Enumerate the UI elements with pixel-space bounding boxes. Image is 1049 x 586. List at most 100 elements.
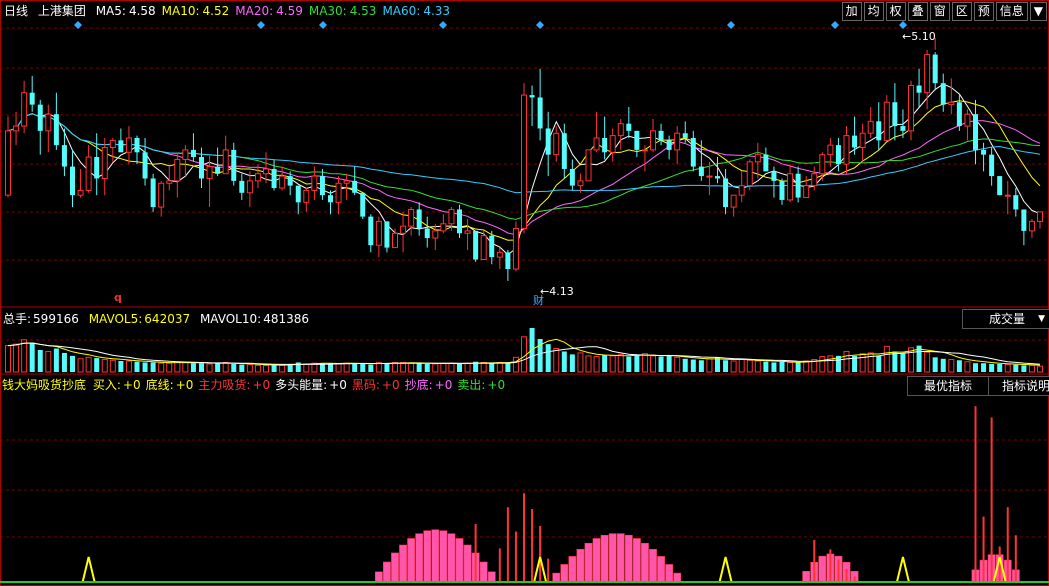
indicator-hump-bar [624,534,633,583]
candle-body [593,137,600,151]
candle-body [1013,195,1019,210]
high-price-label: 5.10 [911,30,936,43]
candle-body [448,208,455,225]
mavol10-value: 481386 [263,312,309,326]
volume-bar [867,352,874,373]
volume-bar [900,353,906,372]
q-marker[interactable]: q [114,291,122,304]
volume-bar [343,362,350,373]
candle-body [787,173,794,201]
candle-body [384,221,390,248]
candle-body [1037,211,1043,222]
indicator-item-label: 卖出: [457,378,486,392]
info-diamond-icon [831,21,839,29]
volume-total-label: 总手: [3,312,32,326]
volume-bar [763,361,769,372]
volume-bar [489,363,495,372]
indicator-spike [506,507,509,582]
volume-bar [981,363,987,372]
candle-body [199,157,204,179]
chevron-down-icon: ▼ [1038,314,1045,324]
volume-bar [593,356,600,373]
indicator-hump-bar [552,572,561,583]
candle-body [45,113,52,132]
candle-body [609,135,616,153]
candle-body [400,225,407,234]
candle-body [569,168,575,186]
volume-bar [859,353,866,373]
volume-bar [37,350,43,372]
candle-body [101,147,108,179]
candle-body [852,135,858,148]
volume-bar [795,362,801,372]
best-indicator-button[interactable]: 最优指标 [907,376,989,396]
candle-body [1021,209,1027,231]
volume-bar [1037,365,1043,373]
volume-bar [239,364,245,372]
volume-bar [457,363,462,372]
volume-bar [512,356,519,373]
volume-bar [360,363,366,372]
candle-body [537,97,543,129]
volume-bar [352,363,358,372]
indicator-hump-bar [560,564,569,583]
indicator-help-button[interactable]: 指标说明 [988,376,1049,396]
candle-body [5,130,11,196]
candle-body [279,175,286,189]
candle-body [561,133,567,169]
candle-body [650,130,656,151]
indicator-spike [845,568,848,582]
candle-body [271,168,277,189]
volume-bar [666,355,672,372]
buy-signal-marker [895,556,910,583]
mavol10-label: MAVOL10: [199,312,262,326]
indicator-spike [514,531,517,582]
volume-bar [948,359,955,373]
volume-bar [1004,364,1011,373]
candle-body [779,180,785,200]
volume-bar [263,364,269,373]
candle-body [125,137,132,153]
mavol5-label: MAVOL5: [88,312,143,326]
candle-body [343,180,350,184]
mavol5-value: 642037 [144,312,191,326]
volume-bar [392,361,398,373]
volume-indicator-select[interactable]: 成交量 ▼ [962,309,1049,329]
volume-bar [973,363,978,372]
indicator-hump-bar [657,556,665,583]
indicator-hump-bar [616,533,625,583]
candle-body [70,166,75,196]
candle-body [158,182,165,208]
candle-body [375,220,382,246]
indicator-hump-bar [479,561,488,583]
candle-body [335,182,342,203]
indicator-hump-bar [592,538,601,583]
candle-body [21,92,28,127]
candle-body [715,176,720,179]
candle-body [328,195,333,203]
volume-bar [682,358,688,372]
candle-body [795,173,801,198]
volume-bar [199,363,204,372]
indicator-spike [974,406,977,582]
indicator-hump-bar [665,564,674,583]
finance-report-marker[interactable]: 财 [533,292,544,308]
candle-body [997,176,1003,196]
candle-body [843,135,850,165]
indicator-spike [813,539,816,582]
volume-bar [730,360,737,373]
volume-bar [29,342,35,372]
volume-bar [448,362,455,373]
indicator-item-value: +0 [329,378,347,392]
candle-body [859,132,866,149]
volume-bar [803,360,810,373]
volume-select-label: 成交量 [989,312,1026,326]
candle-body [85,156,92,191]
candle-body [416,209,422,229]
indicator-spike [1006,507,1009,582]
indicator-item: 买入: +0 [93,378,141,392]
candle-body [867,120,874,134]
candle-body [956,102,962,127]
volume-bar [738,359,745,373]
volume-bar [787,361,794,373]
